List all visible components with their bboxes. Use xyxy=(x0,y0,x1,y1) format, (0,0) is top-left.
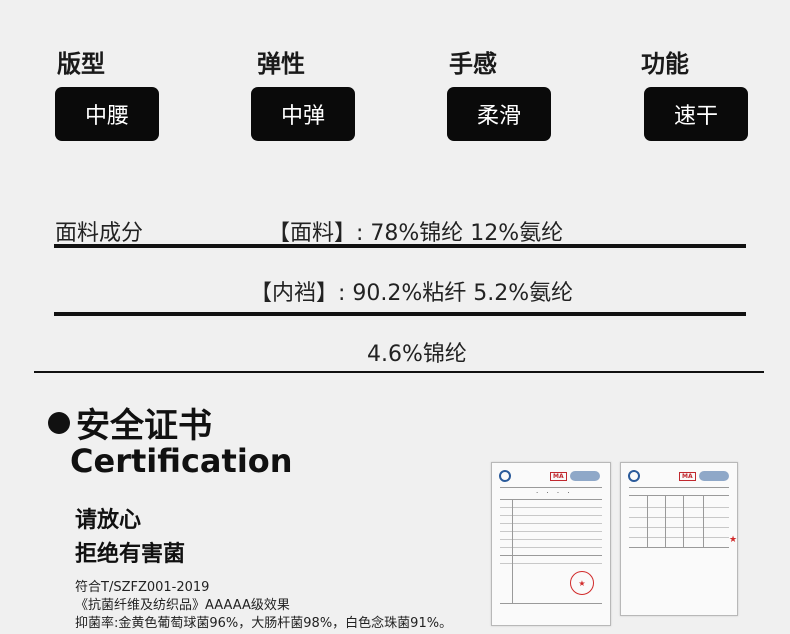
bullet-icon xyxy=(48,411,70,434)
doc-col xyxy=(647,495,648,547)
doc-col xyxy=(683,495,684,547)
red-mark-icon: ★ xyxy=(729,535,738,545)
doc-row xyxy=(629,507,729,508)
doc-row xyxy=(500,507,602,508)
fabric-lining-continued: 4.6%锦纶 xyxy=(367,342,467,367)
doc-rule xyxy=(500,555,602,556)
doc-table-top xyxy=(500,499,602,500)
fabric-lining: 【内裆】: 90.2%粘纤 5.2%氨纶 xyxy=(250,281,574,306)
standard-line-3: 抑菌率:金黄色葡萄球菌96%，大肠杆菌98%，白色念珠菌91%。 xyxy=(75,616,453,631)
doc-row xyxy=(500,547,602,548)
reassure-line-1: 请放心 xyxy=(75,508,142,533)
doc-rule xyxy=(500,487,602,488)
certificate-document-2: MA ★ xyxy=(620,462,738,616)
doc-row xyxy=(500,523,602,524)
doc-row xyxy=(500,563,602,564)
red-stamp-icon: ★ xyxy=(570,571,594,595)
fabric-outer: 【面料】: 78%锦纶 12%氨纶 xyxy=(268,221,564,246)
doc-row xyxy=(629,517,729,518)
doc-table-top xyxy=(629,495,729,496)
reassure-line-2: 拒绝有害菌 xyxy=(75,542,186,567)
attr-tag-elasticity: 中弹 xyxy=(251,87,355,141)
divider xyxy=(34,371,764,373)
doc-table-bottom xyxy=(629,547,729,548)
attr-tag-fit: 中腰 xyxy=(55,87,159,141)
divider xyxy=(54,312,746,316)
attr-label-elasticity: 弹性 xyxy=(257,50,305,78)
doc-col xyxy=(703,495,704,547)
attr-tag-function: 速干 xyxy=(644,87,748,141)
attr-label-function: 功能 xyxy=(641,50,689,78)
cma-icon: MA xyxy=(550,472,567,481)
logo-icon xyxy=(499,470,511,482)
doc-col xyxy=(512,499,513,603)
certificate-document-1: MA · · · · ★ xyxy=(491,462,611,626)
cert-title: 安全证书 xyxy=(48,398,212,447)
attr-tag-hand-feel: 柔滑 xyxy=(447,87,551,141)
doc-col xyxy=(665,495,666,547)
doc-row xyxy=(500,539,602,540)
cert-subtitle: Certification xyxy=(70,442,293,480)
standard-line-2: 《抗菌纤维及纺织品》AAAAA级效果 xyxy=(75,598,290,613)
doc-row xyxy=(629,537,729,538)
fabric-label: 面料成分 xyxy=(55,221,144,246)
doc-table-bottom xyxy=(500,603,602,604)
cnas-icon xyxy=(699,471,729,481)
doc-rule xyxy=(629,487,729,488)
doc-row xyxy=(500,531,602,532)
logo-icon xyxy=(628,470,640,482)
cert-title-text: 安全证书 xyxy=(76,406,212,446)
cma-icon: MA xyxy=(679,472,696,481)
doc-row xyxy=(500,515,602,516)
doc-heading-icon: · · · · xyxy=(536,489,573,497)
doc-row xyxy=(629,527,729,528)
attr-label-hand-feel: 手感 xyxy=(449,50,497,78)
cnas-icon xyxy=(570,471,600,481)
attr-label-fit: 版型 xyxy=(57,50,105,78)
standard-line-1: 符合T/SZFZ001-2019 xyxy=(75,580,210,595)
divider xyxy=(54,244,746,248)
